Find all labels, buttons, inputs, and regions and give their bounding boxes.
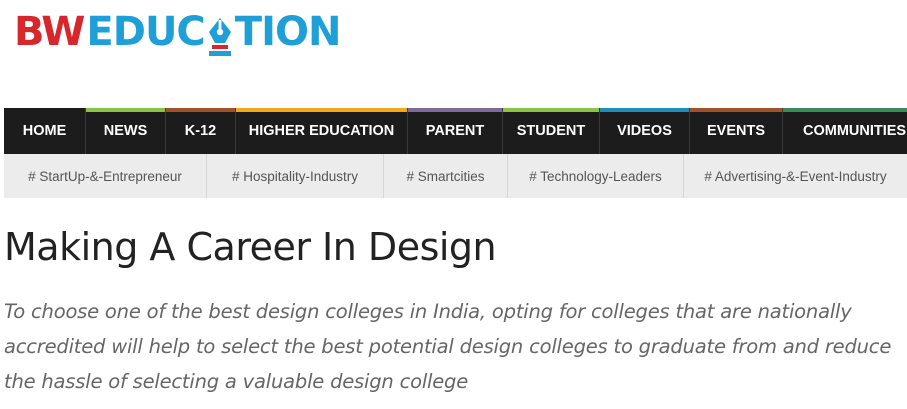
nav-accent-bar (600, 108, 689, 112)
nav-item-news[interactable]: NEWS (86, 108, 166, 154)
nav-accent-bar (86, 108, 165, 112)
nav-accent-bar (503, 108, 599, 112)
logo-education-text-end: TION (234, 9, 342, 55)
nav-accent-bar (783, 108, 907, 112)
tag-smartcities[interactable]: # Smartcities (384, 154, 508, 198)
nav-item-student[interactable]: STUDENT (503, 108, 600, 154)
logo-bw-text: BW (14, 9, 85, 55)
nav-item-videos[interactable]: VIDEOS (600, 108, 690, 154)
nav-item-higher-education[interactable]: HIGHER EDUCATION (236, 108, 408, 154)
nav-item-home[interactable]: HOME (4, 108, 86, 154)
nav-accent-bar (690, 108, 782, 112)
trending-tags-bar: # StartUp-&-Entrepreneur # Hospitality-I… (4, 154, 907, 198)
tag-technology-leaders[interactable]: # Technology-Leaders (508, 154, 684, 198)
nav-item-k12[interactable]: K-12 (166, 108, 236, 154)
nav-item-label: HIGHER EDUCATION (248, 123, 395, 139)
logo-education-text-start: EDUC (86, 9, 205, 55)
nav-item-label: VIDEOS (617, 123, 672, 139)
nav-item-label: STUDENT (516, 123, 586, 139)
nav-accent-bar (4, 108, 85, 112)
pen-nib-icon (208, 18, 231, 56)
main-navigation: HOME NEWS K-12 HIGHER EDUCATION PARENT S… (4, 108, 907, 154)
nav-item-label: PARENT (425, 123, 485, 139)
nav-item-label: EVENTS (706, 123, 765, 139)
nav-item-communities[interactable]: COMMUNITIES (783, 108, 907, 154)
article-title: Making A Career In Design (4, 225, 497, 269)
tag-startup-entrepreneur[interactable]: # StartUp-&-Entrepreneur (4, 154, 207, 198)
nav-item-label: COMMUNITIES (803, 123, 907, 139)
site-logo[interactable]: BW EDUC TION (14, 8, 342, 56)
article-summary: To choose one of the best design college… (4, 300, 892, 393)
nav-item-parent[interactable]: PARENT (408, 108, 503, 154)
nav-item-events[interactable]: EVENTS (690, 108, 783, 154)
tag-advertising-event-industry[interactable]: # Advertising-&-Event-Industry (684, 154, 907, 198)
nav-item-label: NEWS (103, 123, 148, 139)
nav-accent-bar (408, 108, 502, 112)
nav-accent-bar (166, 108, 235, 112)
tag-hospitality-industry[interactable]: # Hospitality-Industry (207, 154, 384, 198)
nav-item-label: K-12 (184, 123, 217, 139)
nav-accent-bar (236, 108, 407, 112)
nav-item-label: HOME (22, 123, 67, 139)
